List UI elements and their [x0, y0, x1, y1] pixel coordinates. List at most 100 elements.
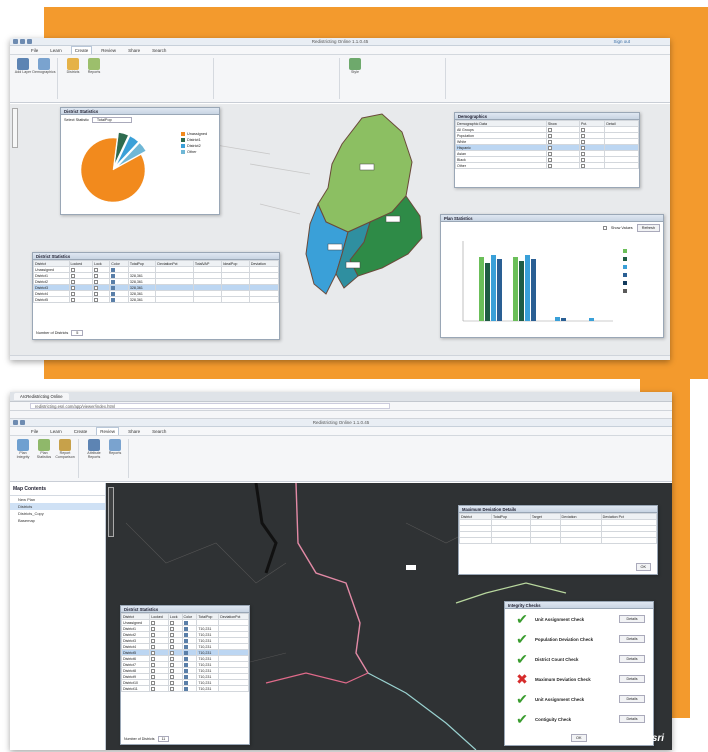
color-swatch[interactable] — [183, 686, 188, 691]
color-swatch[interactable] — [183, 626, 188, 631]
lock-checkbox[interactable] — [151, 638, 156, 643]
color-swatch[interactable] — [183, 638, 188, 643]
color-swatch[interactable] — [183, 662, 188, 667]
lock-checkbox[interactable] — [151, 662, 156, 667]
lock-checkbox[interactable] — [151, 656, 156, 661]
lock-checkbox[interactable] — [169, 686, 174, 691]
toc-item-new-plan[interactable]: New Plan — [10, 496, 105, 503]
color-swatch[interactable] — [183, 680, 188, 685]
lock-checkbox[interactable] — [151, 674, 156, 679]
plan-statistics-button[interactable]: Plan Statistics — [35, 439, 53, 478]
lock-checkbox[interactable] — [94, 267, 99, 272]
menu-search[interactable]: Search — [149, 47, 169, 54]
zoom-slider[interactable] — [108, 487, 114, 537]
menu-learn[interactable]: Learn — [47, 428, 65, 435]
color-swatch[interactable] — [183, 632, 188, 637]
menu-file[interactable]: File — [28, 47, 41, 54]
color-swatch[interactable] — [183, 674, 188, 679]
table-row[interactable]: District5 328,361 — [33, 296, 280, 303]
demographics-button[interactable]: Demographics — [32, 58, 56, 99]
district-count-input[interactable]: 5 — [71, 330, 84, 336]
lock-checkbox[interactable] — [151, 620, 156, 625]
statistic-select[interactable]: TotalPop — [91, 117, 132, 123]
url-input[interactable]: redistricting.esri.com/app/viewer/index.… — [30, 403, 390, 409]
show-values-checkbox[interactable] — [602, 226, 607, 230]
ok-button[interactable]: OK — [635, 563, 651, 571]
color-swatch[interactable] — [111, 297, 116, 302]
menu-create[interactable]: Create — [70, 46, 93, 54]
plan-integrity-button[interactable]: Plan Integrity — [14, 439, 32, 478]
lock-checkbox[interactable] — [151, 668, 156, 673]
color-swatch[interactable] — [183, 656, 188, 661]
add-layer-button[interactable]: Add Layer — [14, 58, 32, 99]
show-checkbox[interactable] — [547, 133, 552, 138]
districts-button[interactable]: Districts — [64, 58, 82, 99]
details-button[interactable]: Details — [619, 675, 645, 683]
lock-checkbox[interactable] — [70, 273, 75, 278]
menu-share[interactable]: Share — [125, 47, 143, 54]
menu-search[interactable]: Search — [149, 428, 169, 435]
lock-checkbox[interactable] — [169, 668, 174, 673]
report-comparison-button[interactable]: Report Comparison — [55, 439, 75, 478]
lock-checkbox[interactable] — [70, 291, 75, 296]
lock-checkbox[interactable] — [70, 297, 75, 302]
color-swatch[interactable] — [183, 650, 188, 655]
pct-checkbox[interactable] — [580, 151, 585, 156]
details-button[interactable]: Details — [619, 715, 645, 723]
lock-checkbox[interactable] — [151, 686, 156, 691]
pct-checkbox[interactable] — [580, 133, 585, 138]
table-row[interactable] — [459, 537, 658, 544]
lock-checkbox[interactable] — [169, 632, 174, 637]
pct-checkbox[interactable] — [580, 163, 585, 168]
menu-file[interactable]: File — [28, 428, 41, 435]
pct-checkbox[interactable] — [580, 127, 585, 132]
lock-checkbox[interactable] — [151, 644, 156, 649]
pct-checkbox[interactable] — [580, 145, 585, 150]
district-count-input[interactable]: 11 — [157, 736, 170, 742]
lock-checkbox[interactable] — [94, 291, 99, 296]
reports-button[interactable]: Reports — [85, 58, 103, 99]
lock-checkbox[interactable] — [151, 632, 156, 637]
color-swatch[interactable] — [183, 668, 188, 673]
lock-checkbox[interactable] — [169, 620, 174, 625]
style-button[interactable]: Style — [346, 58, 364, 99]
toc-item-districts[interactable]: Districts — [10, 503, 105, 510]
lock-checkbox[interactable] — [151, 626, 156, 631]
color-swatch[interactable] — [111, 279, 116, 284]
color-swatch[interactable] — [183, 644, 188, 649]
menu-review[interactable]: Review — [96, 427, 120, 435]
lock-checkbox[interactable] — [169, 638, 174, 643]
lock-checkbox[interactable] — [70, 285, 75, 290]
menu-review[interactable]: Review — [98, 47, 119, 54]
color-swatch[interactable] — [111, 285, 116, 290]
details-button[interactable]: Details — [619, 615, 645, 623]
color-swatch[interactable] — [111, 273, 116, 278]
menu-create[interactable]: Create — [71, 428, 91, 435]
refresh-button[interactable]: Refresh — [636, 224, 660, 232]
browser-tab[interactable]: ArcRedistricting Online — [14, 393, 69, 400]
lock-checkbox[interactable] — [151, 680, 156, 685]
lock-checkbox[interactable] — [94, 297, 99, 302]
details-button[interactable]: Details — [619, 635, 645, 643]
map-view[interactable]: District Statistics District Locked Lock Co… — [106, 483, 672, 750]
pct-checkbox[interactable] — [580, 139, 585, 144]
lock-checkbox[interactable] — [169, 626, 174, 631]
show-checkbox[interactable] — [547, 145, 552, 150]
map-view[interactable]: District Statistics Select Statistic Tot… — [10, 104, 670, 360]
toc-item-districts-copy[interactable]: Districts_Copy — [10, 510, 105, 517]
table-row[interactable]: Other — [455, 162, 639, 169]
ok-button[interactable]: OK — [571, 734, 587, 742]
lock-checkbox[interactable] — [169, 650, 174, 655]
lock-checkbox[interactable] — [70, 279, 75, 284]
show-checkbox[interactable] — [547, 127, 552, 132]
menu-learn[interactable]: Learn — [47, 47, 65, 54]
details-button[interactable]: Details — [619, 695, 645, 703]
color-swatch[interactable] — [183, 620, 188, 625]
toc-item-basemap[interactable]: Basemap — [10, 517, 105, 524]
pct-checkbox[interactable] — [580, 157, 585, 162]
show-checkbox[interactable] — [547, 139, 552, 144]
lock-checkbox[interactable] — [169, 656, 174, 661]
lock-checkbox[interactable] — [169, 674, 174, 679]
lock-checkbox[interactable] — [151, 650, 156, 655]
table-row[interactable]: District11 710,231 — [120, 685, 249, 692]
